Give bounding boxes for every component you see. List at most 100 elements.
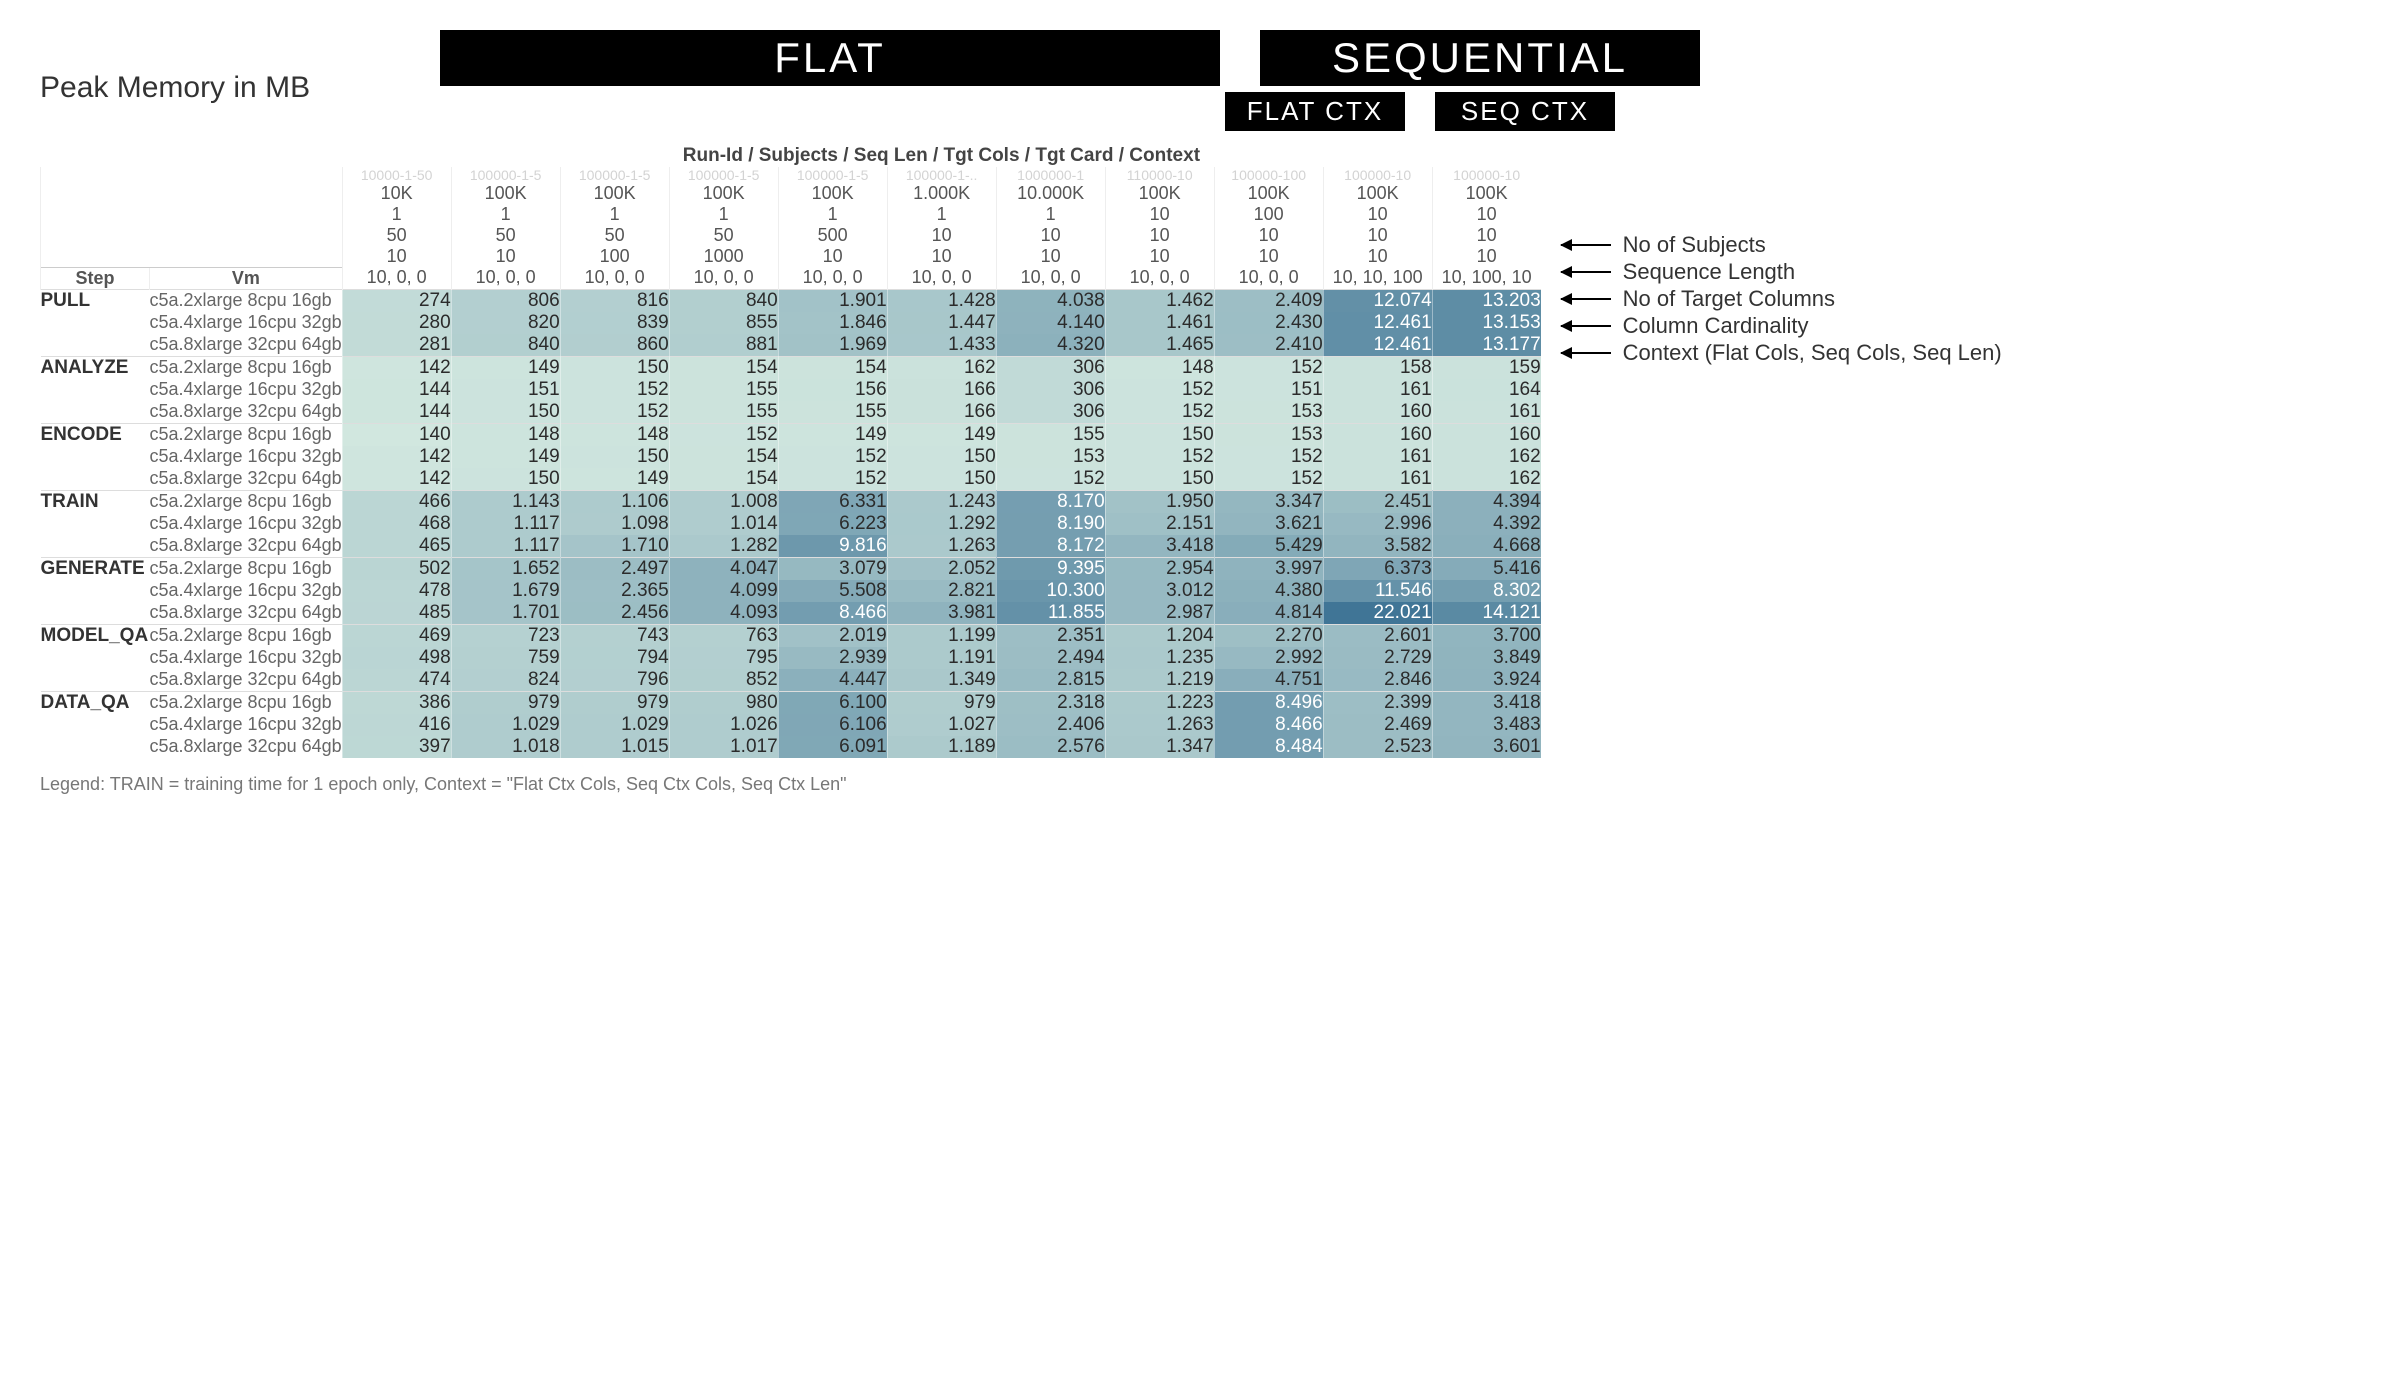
heatmap-cell: 2.987 xyxy=(1105,602,1214,625)
heatmap-cell: 155 xyxy=(996,423,1105,446)
heatmap-cell: 2.494 xyxy=(996,647,1105,669)
heatmap-cell: 144 xyxy=(342,379,451,401)
col-meta: 1 xyxy=(560,204,669,225)
heatmap-cell: 2.469 xyxy=(1323,714,1432,736)
heatmap-cell: 280 xyxy=(342,312,451,334)
heatmap-cell: 498 xyxy=(342,647,451,669)
heatmap-cell: 839 xyxy=(560,312,669,334)
vm-label: c5a.8xlarge 32cpu 64gb xyxy=(150,468,343,491)
heatmap-cell: 474 xyxy=(342,669,451,692)
heatmap-cell: 150 xyxy=(1105,423,1214,446)
footer-legend: Legend: TRAIN = training time for 1 epoc… xyxy=(40,774,2354,795)
table-row: c5a.4xlarge 16cpu 32gb142149150154152150… xyxy=(41,446,1541,468)
heatmap-cell: 840 xyxy=(669,289,778,312)
heatmap-cell: 281 xyxy=(342,334,451,357)
heatmap-cell: 306 xyxy=(996,356,1105,379)
legend-cardinality: Column Cardinality xyxy=(1561,313,2002,339)
col-meta: 100K xyxy=(1105,183,1214,204)
col-meta: 10, 0, 0 xyxy=(778,267,887,289)
heatmap-cell: 979 xyxy=(451,691,560,714)
col-meta: 10, 0, 0 xyxy=(887,267,996,289)
heatmap-cell: 723 xyxy=(451,624,560,647)
heatmap-cell: 4.320 xyxy=(996,334,1105,357)
heatmap-cell: 142 xyxy=(342,356,451,379)
banner-sequential: SEQUENTIAL xyxy=(1260,30,1700,86)
heatmap-cell: 1.701 xyxy=(451,602,560,625)
heatmap-cell: 1.029 xyxy=(451,714,560,736)
vm-label: c5a.4xlarge 16cpu 32gb xyxy=(150,714,343,736)
heatmap-cell: 1.263 xyxy=(1105,714,1214,736)
col-meta: 10, 0, 0 xyxy=(451,267,560,289)
heatmap-cell: 1.433 xyxy=(887,334,996,357)
heatmap-cell: 3.418 xyxy=(1432,691,1541,714)
banner-flat: FLAT xyxy=(440,30,1220,86)
heatmap-cell: 162 xyxy=(1432,446,1541,468)
col-id: 1000000-1 xyxy=(996,167,1105,183)
heatmap-cell: 4.814 xyxy=(1214,602,1323,625)
heatmap-cell: 1.679 xyxy=(451,580,560,602)
heatmap-cell: 4.038 xyxy=(996,289,1105,312)
col-meta: 1 xyxy=(887,204,996,225)
heatmap-cell: 465 xyxy=(342,535,451,558)
heatmap-cell: 152 xyxy=(1214,446,1323,468)
heatmap-cell: 1.710 xyxy=(560,535,669,558)
heatmap-cell: 4.099 xyxy=(669,580,778,602)
heatmap-cell: 468 xyxy=(342,513,451,535)
table-row: MODEL_QAc5a.2xlarge 8cpu 16gb46972374376… xyxy=(41,624,1541,647)
heatmap-cell: 155 xyxy=(669,379,778,401)
heatmap-cell: 152 xyxy=(1105,379,1214,401)
vm-label: c5a.8xlarge 32cpu 64gb xyxy=(150,669,343,692)
heatmap-cell: 1.461 xyxy=(1105,312,1214,334)
vm-label: c5a.4xlarge 16cpu 32gb xyxy=(150,513,343,535)
heatmap-cell: 160 xyxy=(1323,423,1432,446)
heatmap-cell: 2.729 xyxy=(1323,647,1432,669)
heatmap-cell: 2.019 xyxy=(778,624,887,647)
heatmap-cell: 149 xyxy=(778,423,887,446)
heatmap-cell: 150 xyxy=(451,468,560,491)
heatmap-cell: 160 xyxy=(1323,401,1432,424)
col-meta: 50 xyxy=(342,225,451,246)
heatmap-cell: 152 xyxy=(778,446,887,468)
table-row: TRAINc5a.2xlarge 8cpu 16gb4661.1431.1061… xyxy=(41,490,1541,513)
arrow-left-icon xyxy=(1561,325,1611,327)
heatmap-cell: 149 xyxy=(451,446,560,468)
heatmap-cell: 397 xyxy=(342,736,451,758)
heatmap-cell: 4.447 xyxy=(778,669,887,692)
table-row: c5a.4xlarge 16cpu 32gb4781.6792.3654.099… xyxy=(41,580,1541,602)
vm-label: c5a.2xlarge 8cpu 16gb xyxy=(150,624,343,647)
col-meta: 1 xyxy=(342,204,451,225)
vm-label: c5a.8xlarge 32cpu 64gb xyxy=(150,602,343,625)
heatmap-cell: 149 xyxy=(451,356,560,379)
heatmap-cell: 2.456 xyxy=(560,602,669,625)
heatmap-cell: 2.497 xyxy=(560,557,669,580)
table-row: c5a.4xlarge 16cpu 32gb4681.1171.0981.014… xyxy=(41,513,1541,535)
heatmap-cell: 3.601 xyxy=(1432,736,1541,758)
heatmap-cell: 796 xyxy=(560,669,669,692)
heatmap-cell: 149 xyxy=(560,468,669,491)
heatmap-cell: 150 xyxy=(560,446,669,468)
table-row: GENERATEc5a.2xlarge 8cpu 16gb5021.6522.4… xyxy=(41,557,1541,580)
vm-label: c5a.8xlarge 32cpu 64gb xyxy=(150,736,343,758)
heatmap-cell: 855 xyxy=(669,312,778,334)
heatmap-cell: 12.074 xyxy=(1323,289,1432,312)
heatmap-cell: 2.954 xyxy=(1105,557,1214,580)
col-meta: 100K xyxy=(669,183,778,204)
col-meta: 10 xyxy=(887,246,996,267)
arrow-left-icon xyxy=(1561,298,1611,300)
heatmap-cell: 1.029 xyxy=(560,714,669,736)
heatmap-cell: 979 xyxy=(887,691,996,714)
col-id: 100000-1-5 xyxy=(560,167,669,183)
col-meta: 10 xyxy=(1432,225,1541,246)
heatmap-cell: 1.191 xyxy=(887,647,996,669)
col-id: 110000-10 xyxy=(1105,167,1214,183)
heatmap-cell: 820 xyxy=(451,312,560,334)
vm-label: c5a.2xlarge 8cpu 16gb xyxy=(150,356,343,379)
heatmap-cell: 840 xyxy=(451,334,560,357)
arrow-left-icon xyxy=(1561,352,1611,354)
heatmap-cell: 152 xyxy=(1105,401,1214,424)
heatmap-cell: 3.849 xyxy=(1432,647,1541,669)
legend-seq-len: Sequence Length xyxy=(1561,259,2002,285)
table-row: c5a.8xlarge 32cpu 64gb142150149154152150… xyxy=(41,468,1541,491)
heatmap-cell: 153 xyxy=(996,446,1105,468)
heatmap-cell: 794 xyxy=(560,647,669,669)
